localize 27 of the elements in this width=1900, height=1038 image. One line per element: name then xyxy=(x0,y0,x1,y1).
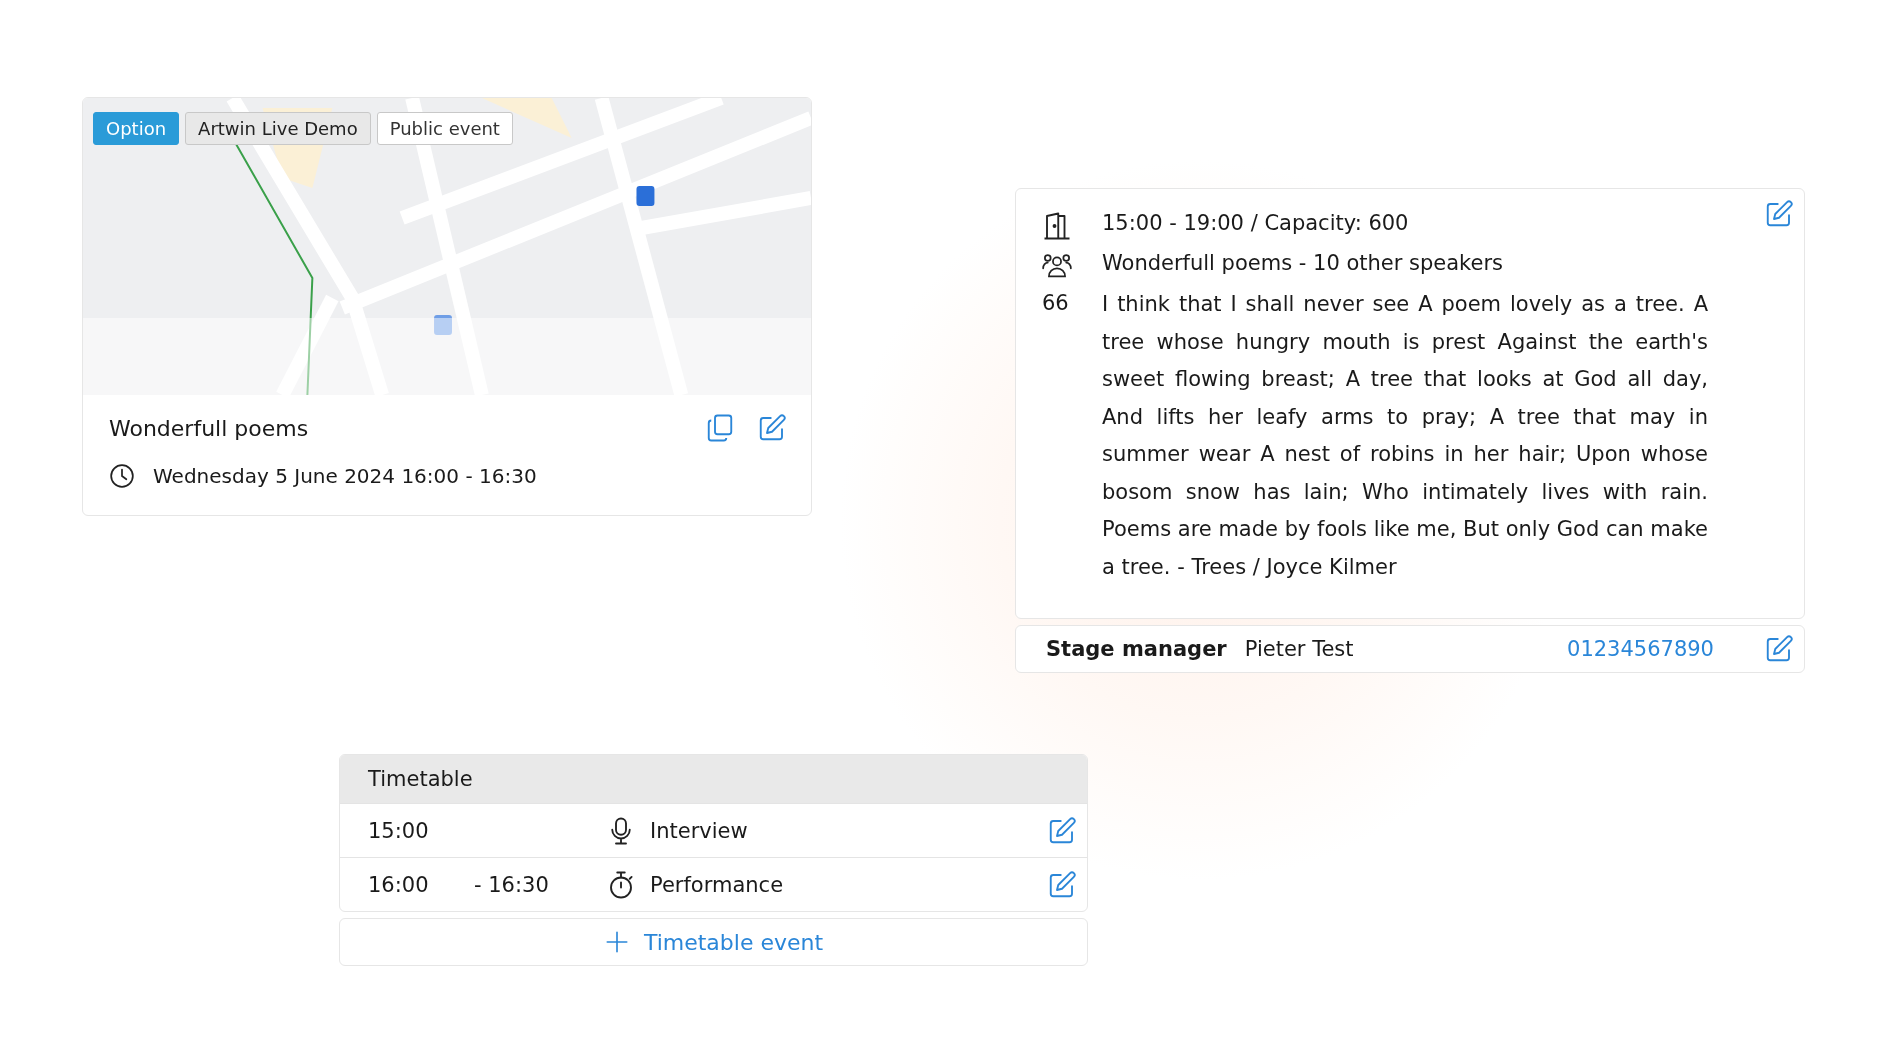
contact-role: Stage manager xyxy=(1046,637,1227,661)
tag: Artwin Live Demo xyxy=(185,112,371,145)
clock-icon xyxy=(109,463,135,489)
quote-marker: 66 xyxy=(1042,291,1069,315)
detail-text: Wonderfull poems - 10 other speakers xyxy=(1102,251,1504,275)
timetable-event-label: Interview xyxy=(650,818,749,843)
tag: Public event xyxy=(376,112,513,145)
edit-icon[interactable] xyxy=(757,413,787,443)
copy-icon[interactable] xyxy=(705,413,735,443)
contact-name: Pieter Test xyxy=(1244,637,1355,661)
description-text: I think that I shall never see A poem lovely as a tree. A tree whose hungry mouth is prest Against the earth's sweet flowing breast; A tree that looks at God all day, And lifts her leafy arms to pray; A tree that may in summer wear A nest of robins in her hair; Upon whose bosom snow has lain; Who intimately lives with rain. Poems are made by fools like me, But only God can make a tree. - Trees / Joyce Kilmer xyxy=(1102,291,1708,581)
edit-icon[interactable] xyxy=(1047,815,1077,846)
edit-icon[interactable] xyxy=(1764,634,1794,664)
start-time: 16:00 xyxy=(368,872,430,897)
tag: Option xyxy=(93,112,180,145)
door-icon xyxy=(1042,211,1072,241)
edit-icon[interactable] xyxy=(1764,199,1794,229)
timetable-event-label: Performance xyxy=(650,872,785,897)
event-datetime: Wednesday 5 June 2024 16:00 - 16:30 xyxy=(153,464,537,488)
edit-icon[interactable] xyxy=(1047,869,1077,900)
event-title: Wonderfull poems xyxy=(109,415,310,441)
phone-link[interactable]: 01234567890 xyxy=(1567,637,1714,661)
start-time: 15:00 xyxy=(368,818,430,843)
timetable-header: Timetable xyxy=(340,755,1087,803)
add-timetable-event-button[interactable]: Timetable event xyxy=(339,918,1088,966)
end-time: - 16:30 xyxy=(474,872,549,897)
detail-text: 15:00 - 19:00 / Capacity: 600 xyxy=(1102,211,1409,235)
